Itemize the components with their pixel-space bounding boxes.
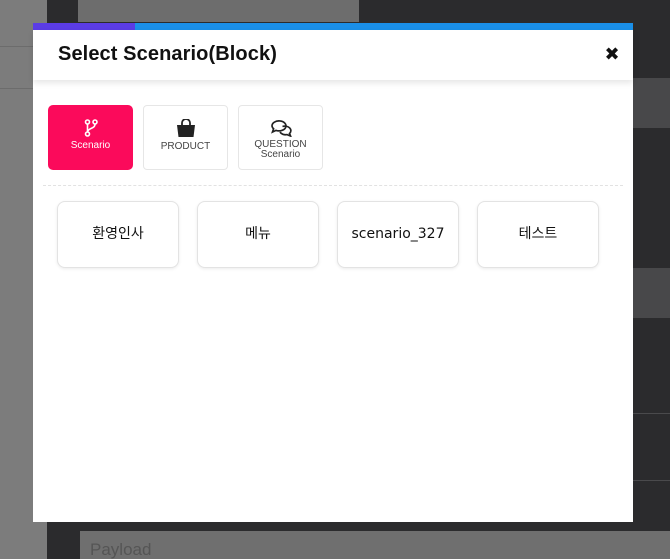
tab-label: PRODUCT [160,141,211,152]
tab-label: Scenario [260,149,301,160]
progress-bar [33,23,633,30]
background-topbar [78,0,359,22]
modal-header: Select Scenario(Block) ✖ [33,30,633,80]
scenario-block-scenario-327[interactable]: scenario_327 [337,201,459,268]
close-icon: ✖ [604,44,620,65]
background-row-divider [633,480,670,481]
background-row-divider [633,413,670,414]
progress-bar-fill [33,23,135,30]
branch-icon [84,119,98,137]
tab-product[interactable]: PRODUCT [143,105,228,170]
scenario-block-greeting[interactable]: 환영인사 [57,201,179,268]
close-button[interactable]: ✖ [601,44,623,66]
modal-title: Select Scenario(Block) [58,43,277,65]
background-row [633,268,670,318]
chat-bubbles-icon [270,120,292,137]
tab-label: Scenario [70,140,111,151]
section-divider [43,185,623,186]
scenario-block-test[interactable]: 테스트 [477,201,599,268]
background-row [633,78,670,128]
background-payload-field [80,531,670,559]
select-scenario-modal: Select Scenario(Block) ✖ Scenario PRODUC… [33,23,633,522]
payload-placeholder: Payload [90,540,152,559]
shopping-bag-icon [176,119,195,137]
tab-scenario[interactable]: Scenario [48,105,133,170]
tab-question-scenario[interactable]: QUESTION Scenario [238,105,323,170]
scenario-block-menu[interactable]: 메뉴 [197,201,319,268]
